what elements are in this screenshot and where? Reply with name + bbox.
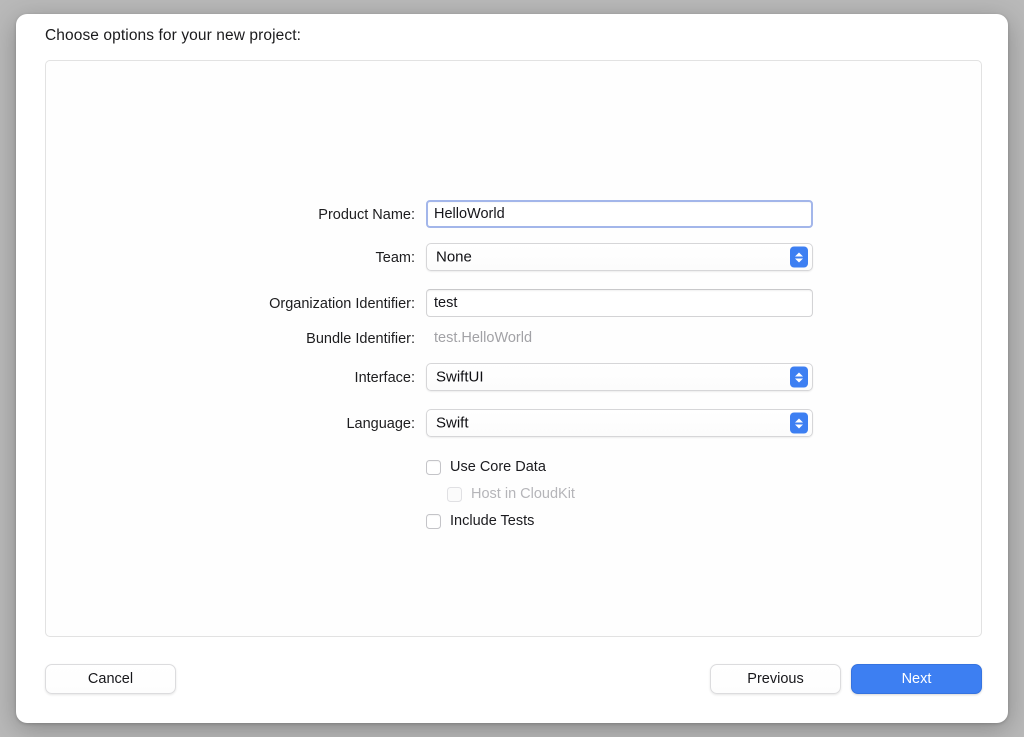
label-organization-identifier: Organization Identifier: [269,296,415,312]
checkbox-row-include-tests[interactable]: Include Tests [426,513,534,529]
previous-button[interactable]: Previous [710,664,841,694]
cancel-button[interactable]: Cancel [45,664,176,694]
checkbox-host-in-cloudkit [447,486,462,502]
label-bundle-identifier: Bundle Identifier: [306,331,415,347]
checkbox-include-tests[interactable] [426,513,441,529]
new-project-options-dialog: Choose options for your new project: Pro… [16,14,1008,723]
checkbox-use-core-data[interactable] [426,459,441,475]
control-interface: SwiftUI [426,363,813,391]
control-organization-identifier [426,289,813,317]
organization-identifier-input[interactable] [426,289,813,317]
options-panel: Product Name: Team: None Organization Id… [45,60,982,637]
form-row-product-name: Product Name: [46,200,981,230]
product-name-input[interactable] [426,200,813,228]
label-interface: Interface: [354,370,415,386]
language-popup-button[interactable]: Swift [426,409,813,437]
team-popup-value: None [436,248,472,266]
control-product-name [426,200,813,228]
form-row-bundle-identifier: Bundle Identifier: test.HelloWorld [46,324,981,354]
control-language: Swift [426,409,813,437]
next-button[interactable]: Next [851,664,982,694]
label-team: Team: [375,250,416,266]
control-team: None [426,243,813,271]
interface-popup-button[interactable]: SwiftUI [426,363,813,391]
checkbox-label-use-core-data: Use Core Data [450,459,546,475]
team-popup-button[interactable]: None [426,243,813,271]
checkbox-row-use-core-data[interactable]: Use Core Data [426,459,546,475]
form-row-language: Language: Swift [46,409,981,439]
checkbox-label-include-tests: Include Tests [450,513,535,529]
form-row-interface: Interface: SwiftUI [46,363,981,393]
dialog-headline: Choose options for your new project: [45,27,302,44]
label-language: Language: [346,416,415,432]
form-row-organization-identifier: Organization Identifier: [46,289,981,319]
label-product-name: Product Name: [318,207,415,223]
checkbox-label-host-in-cloudkit: Host in CloudKit [471,486,575,502]
chevron-up-down-icon [790,366,808,388]
chevron-up-down-icon [790,246,808,268]
bundle-identifier-value: test.HelloWorld [434,330,533,346]
form-row-team: Team: None [46,243,981,273]
chevron-up-down-icon [790,412,808,434]
checkbox-row-host-in-cloudkit: Host in CloudKit [447,486,575,502]
interface-popup-value: SwiftUI [436,368,484,386]
control-bundle-identifier: test.HelloWorld [426,324,813,352]
language-popup-value: Swift [436,414,469,432]
